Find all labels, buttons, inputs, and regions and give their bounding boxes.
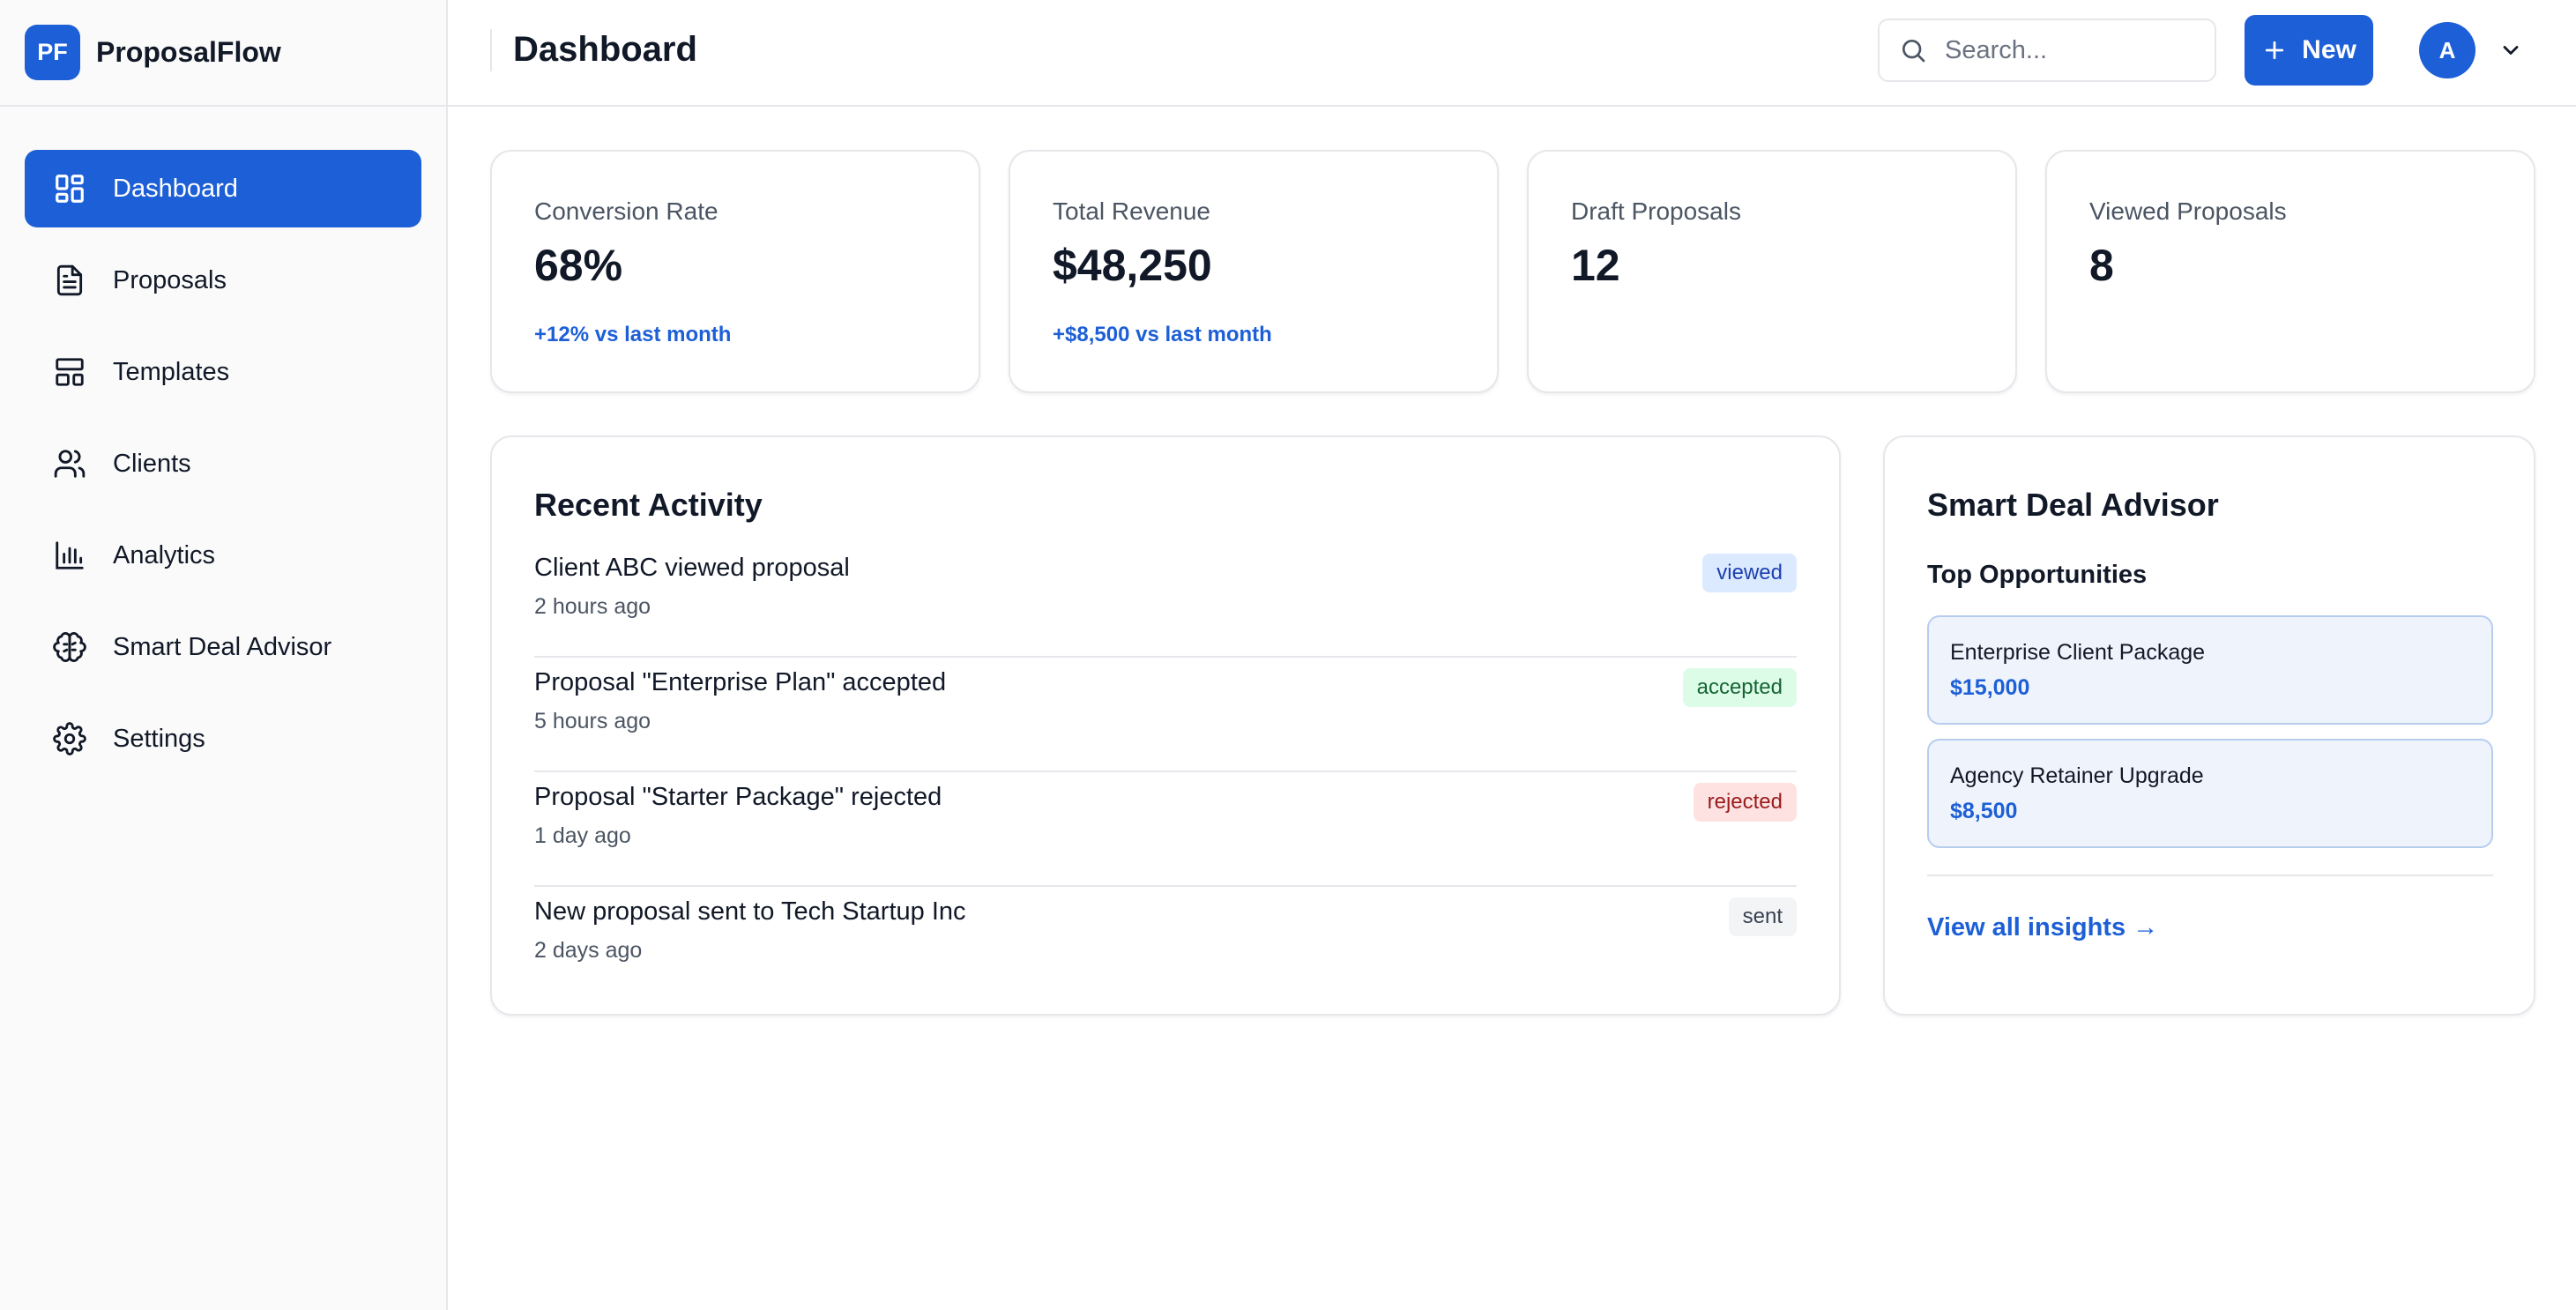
recent-activity-title: Recent Activity <box>534 487 763 523</box>
activity-item[interactable]: Client ABC viewed proposal 2 hours ago v… <box>534 543 1797 658</box>
sidebar-item-proposals[interactable]: Proposals <box>25 242 421 319</box>
users-icon <box>53 447 86 480</box>
sidebar-item-analytics[interactable]: Analytics <box>25 517 421 594</box>
template-layout-icon <box>53 355 86 389</box>
stat-trend: +$8,500 vs last month <box>1053 323 1272 346</box>
page-title: Dashboard <box>513 30 697 69</box>
opportunity-card[interactable]: Enterprise Client Package $15,000 <box>1927 615 2493 725</box>
stat-card-viewed-proposals: Viewed Proposals 8 <box>2045 150 2535 393</box>
stat-label: Viewed Proposals <box>2089 197 2287 225</box>
search-input[interactable] <box>1945 35 2209 65</box>
opportunity-name: Agency Retainer Upgrade <box>1950 763 2204 788</box>
brand[interactable]: PF ProposalFlow <box>0 0 446 107</box>
sidebar-item-label: Analytics <box>113 540 216 569</box>
status-badge: rejected <box>1693 783 1797 822</box>
view-all-insights-link[interactable]: View all insights → <box>1927 913 2158 942</box>
search-icon <box>1902 40 1925 63</box>
stat-label: Draft Proposals <box>1571 197 1741 225</box>
sidebar-item-dashboard[interactable]: Dashboard <box>25 150 421 227</box>
activity-time: 5 hours ago <box>534 709 651 733</box>
avatar[interactable]: A <box>2419 22 2475 78</box>
activity-text: Client ABC viewed proposal <box>534 554 850 582</box>
stat-trend: +12% vs last month <box>534 323 732 346</box>
sidebar-item-label: Clients <box>113 449 191 478</box>
activity-time: 2 hours ago <box>534 594 651 619</box>
sidebar-item-settings[interactable]: Settings <box>25 700 421 778</box>
sidebar-item-label: Templates <box>113 357 230 386</box>
sidebar-item-label: Smart Deal Advisor <box>113 632 332 661</box>
sidebar-nav: Dashboard Proposals Templates Clients An… <box>0 107 446 778</box>
plus-icon <box>2266 41 2284 60</box>
top-header: Dashboard New A <box>448 0 2576 107</box>
activity-item[interactable]: Proposal "Enterprise Plan" accepted 5 ho… <box>534 658 1797 772</box>
advisor-divider <box>1927 875 2493 876</box>
stat-card-draft-proposals: Draft Proposals 12 <box>1527 150 2017 393</box>
smart-deal-advisor-card: Smart Deal Advisor Top Opportunities Ent… <box>1883 435 2535 1016</box>
opportunity-card[interactable]: Agency Retainer Upgrade $8,500 <box>1927 739 2493 848</box>
stat-label: Total Revenue <box>1053 197 1211 225</box>
stat-card-total-revenue: Total Revenue $48,250 +$8,500 vs last mo… <box>1009 150 1499 393</box>
activity-text: Proposal "Enterprise Plan" accepted <box>534 668 947 696</box>
search-box[interactable] <box>1878 19 2216 82</box>
sidebar-item-clients[interactable]: Clients <box>25 425 421 502</box>
stat-label: Conversion Rate <box>534 197 718 225</box>
document-icon <box>53 264 86 297</box>
status-badge: accepted <box>1682 668 1797 707</box>
recent-activity-card: Recent Activity Client ABC viewed propos… <box>490 435 1841 1016</box>
sidebar-item-smart-deal-advisor[interactable]: Smart Deal Advisor <box>25 608 421 686</box>
activity-item[interactable]: New proposal sent to Tech Startup Inc 2 … <box>534 887 1797 1001</box>
sidebar-item-label: Proposals <box>113 265 227 294</box>
brand-logo: PF <box>25 25 80 80</box>
advisor-title: Smart Deal Advisor <box>1927 487 2219 523</box>
sidebar-item-label: Dashboard <box>113 174 238 203</box>
activity-time: 1 day ago <box>534 823 631 848</box>
opportunity-name: Enterprise Client Package <box>1950 640 2206 665</box>
stat-value: 12 <box>1571 241 1620 290</box>
activity-list: Client ABC viewed proposal 2 hours ago v… <box>534 543 1797 1001</box>
sidebar-item-label: Settings <box>113 724 205 753</box>
stat-card-conversion-rate: Conversion Rate 68% +12% vs last month <box>490 150 980 393</box>
stat-value: 68% <box>534 241 623 290</box>
status-badge: viewed <box>1702 554 1797 592</box>
status-badge: sent <box>1728 897 1797 936</box>
bar-chart-icon <box>53 539 86 572</box>
sidebar-item-templates[interactable]: Templates <box>25 333 421 411</box>
opportunity-value: $8,500 <box>1950 799 2018 823</box>
gear-icon <box>53 722 86 755</box>
opportunity-value: $15,000 <box>1950 675 2030 700</box>
dashboard-grid-icon <box>53 172 86 205</box>
sidebar: PF ProposalFlow Dashboard Proposals Temp… <box>0 0 448 1310</box>
chevron-down-icon[interactable] <box>2498 38 2523 63</box>
new-button[interactable]: New <box>2245 15 2373 86</box>
new-button-label: New <box>2302 35 2356 64</box>
activity-time: 2 days ago <box>534 938 643 963</box>
brain-icon <box>53 630 86 664</box>
brand-name: ProposalFlow <box>96 36 281 68</box>
activity-text: New proposal sent to Tech Startup Inc <box>534 897 966 926</box>
app-root: PF ProposalFlow Dashboard Proposals Temp… <box>0 0 2576 1310</box>
stat-value: $48,250 <box>1053 241 1212 290</box>
header-divider <box>490 29 492 71</box>
activity-text: Proposal "Starter Package" rejected <box>534 783 942 811</box>
stat-value: 8 <box>2089 241 2114 290</box>
activity-item[interactable]: Proposal "Starter Package" rejected 1 da… <box>534 772 1797 887</box>
advisor-subtitle: Top Opportunities <box>1927 561 2148 589</box>
